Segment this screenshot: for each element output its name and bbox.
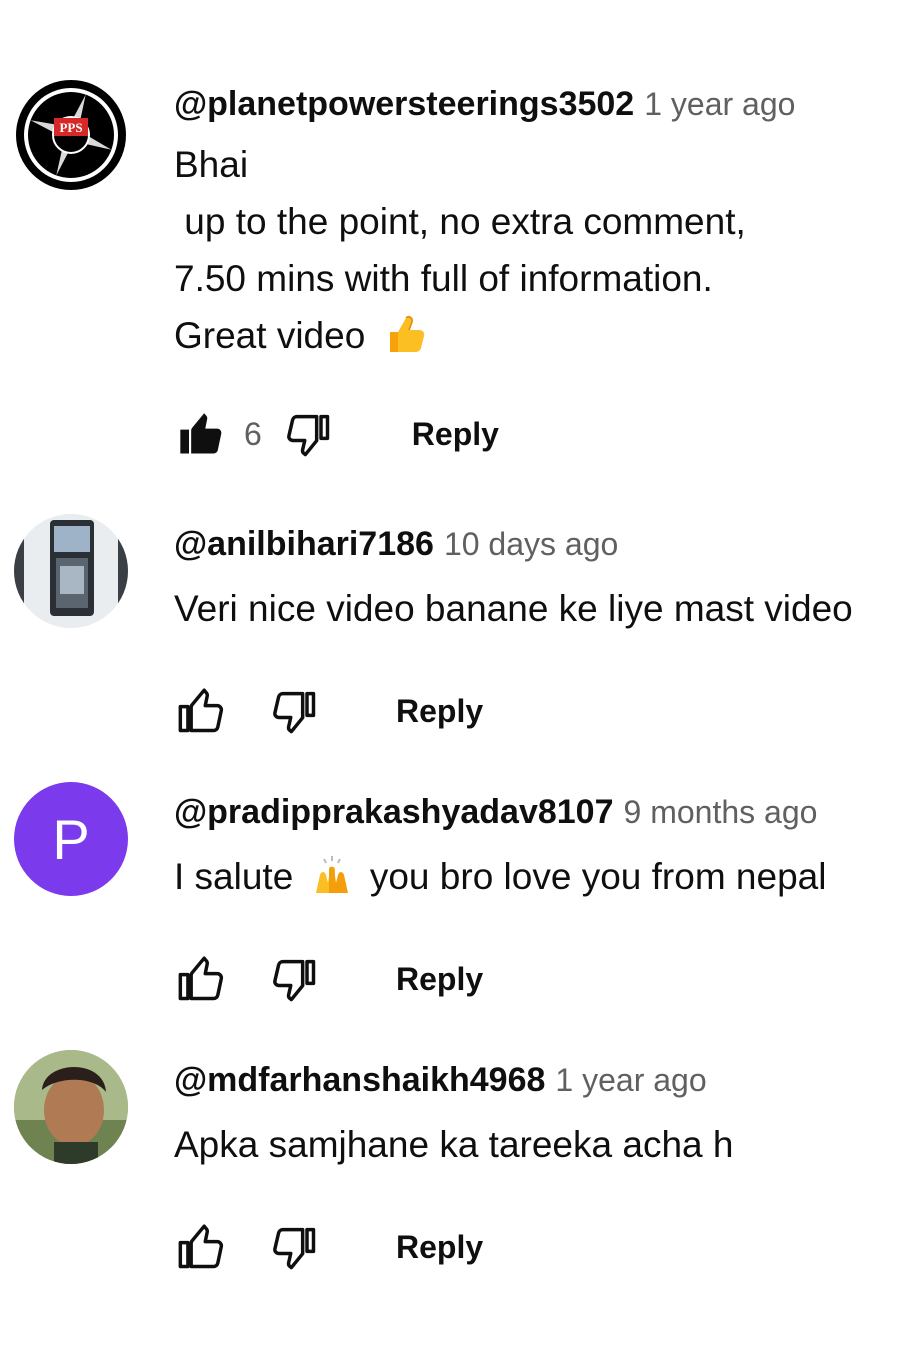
comment-timestamp[interactable]: 1 year ago — [555, 1062, 706, 1098]
like-count: 6 — [244, 415, 262, 452]
comment-timestamp[interactable]: 1 year ago — [644, 86, 795, 122]
thumbs-up-icon — [178, 1224, 224, 1269]
comment-text: I salute you bro love you from nepal — [174, 848, 901, 905]
comment-text-before: I salute — [174, 856, 304, 897]
comment-line: 7.50 mins with full of information. — [174, 258, 713, 299]
comment-author[interactable]: @anilbihari7186 — [174, 525, 434, 563]
thumbs-down-icon — [286, 414, 330, 457]
avatar[interactable]: PPS — [14, 78, 128, 192]
dislike-button[interactable] — [280, 406, 336, 462]
dislike-button[interactable] — [266, 951, 322, 1007]
planet-power-steering-logo: PPS — [16, 80, 126, 190]
avatar[interactable]: P — [14, 782, 128, 896]
thumbs-up-icon — [178, 956, 224, 1001]
like-button[interactable] — [174, 406, 230, 462]
logo-text: PPS — [59, 120, 82, 135]
thumbs-down-icon — [273, 959, 316, 1002]
thumbs-up-icon — [178, 688, 224, 733]
reply-button[interactable]: Reply — [396, 693, 483, 730]
avatar-letter: P — [52, 807, 90, 871]
reply-button[interactable]: Reply — [396, 961, 483, 998]
raising-hands-emoji — [315, 856, 348, 893]
avatar-photo — [14, 1050, 128, 1164]
thumbs-down-icon — [273, 1227, 316, 1270]
reply-button[interactable]: Reply — [412, 416, 499, 453]
comment-text-after: you bro love you from nepal — [359, 856, 827, 897]
like-button[interactable] — [174, 951, 230, 1007]
comment-timestamp[interactable]: 9 months ago — [624, 794, 818, 830]
thumbs-up-filled-icon — [180, 413, 222, 454]
thumbs-down-icon — [273, 691, 316, 734]
comment-text: Apka samjhane ka tareeka acha h — [174, 1124, 734, 1165]
like-button[interactable] — [174, 1219, 230, 1275]
avatar[interactable] — [14, 1050, 128, 1164]
dislike-button[interactable] — [266, 683, 322, 739]
reply-button[interactable]: Reply — [396, 1229, 483, 1266]
comment-line: Bhai — [174, 144, 249, 185]
avatar-photo — [14, 514, 128, 628]
comment-author[interactable]: @pradipprakashyadav8107 — [174, 793, 614, 831]
thumbs-up-emoji — [389, 316, 424, 352]
comment-text: Veri nice video banane ke liye mast vide… — [174, 588, 853, 629]
avatar[interactable] — [14, 514, 128, 628]
comment-timestamp[interactable]: 10 days ago — [444, 526, 618, 562]
dislike-button[interactable] — [266, 1219, 322, 1275]
comment-line: up to the point, no extra comment, — [174, 201, 746, 242]
comment-text: Bhai up to the point, no extra comment, 7… — [174, 136, 901, 364]
comment-author[interactable]: @planetpowersteerings3502 — [174, 85, 634, 123]
like-button[interactable] — [174, 683, 230, 739]
comment-line: Great video — [174, 315, 376, 356]
comment-author[interactable]: @mdfarhanshaikh4968 — [174, 1061, 545, 1099]
